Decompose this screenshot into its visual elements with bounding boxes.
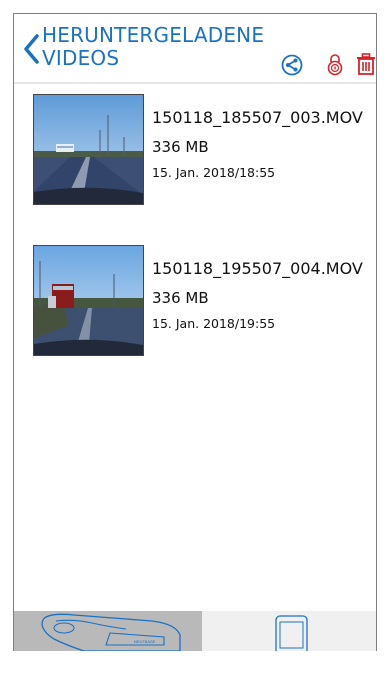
phone-icon (275, 615, 308, 651)
dashcam-icon: NEXTBASE (41, 613, 181, 651)
header-bar: HERUNTERGELADENE VIDEOS (14, 14, 376, 82)
tab-dashcam[interactable]: NEXTBASE (14, 611, 202, 651)
app-frame: HERUNTERGELADENE VIDEOS 150118_185507_00… (13, 13, 377, 651)
video-row[interactable]: 150118_195507_004.MOV 336 MB 15. Jan. 20… (14, 245, 376, 365)
title-line-2: VIDEOS (42, 46, 120, 70)
page-title: HERUNTERGELADENE VIDEOS (42, 24, 264, 70)
header-divider (14, 82, 376, 84)
video-date: 15. Jan. 2018/18:55 (152, 165, 276, 180)
share-icon[interactable] (281, 52, 303, 76)
video-filename: 150118_185507_003.MOV (152, 108, 363, 127)
tab-phone[interactable] (202, 611, 376, 651)
video-thumbnail (33, 94, 144, 205)
video-thumbnail (33, 245, 144, 356)
back-chevron-icon[interactable] (21, 32, 43, 66)
video-row[interactable]: 150118_185507_003.MOV 336 MB 15. Jan. 20… (14, 94, 376, 214)
dashcam-brand-label: NEXTBASE (134, 639, 156, 644)
bottom-tab-bar: NEXTBASE (14, 611, 376, 651)
trash-icon[interactable] (355, 52, 377, 76)
video-size: 336 MB (152, 138, 209, 156)
video-meta: 150118_195507_004.MOV 336 MB 15. Jan. 20… (152, 259, 363, 333)
video-meta: 150118_185507_003.MOV 336 MB 15. Jan. 20… (152, 108, 363, 182)
lock-icon[interactable] (324, 52, 346, 76)
video-filename: 150118_195507_004.MOV (152, 259, 363, 278)
video-size: 336 MB (152, 289, 209, 307)
title-line-1: HERUNTERGELADENE (42, 23, 265, 47)
video-date: 15. Jan. 2018/19:55 (152, 316, 276, 331)
